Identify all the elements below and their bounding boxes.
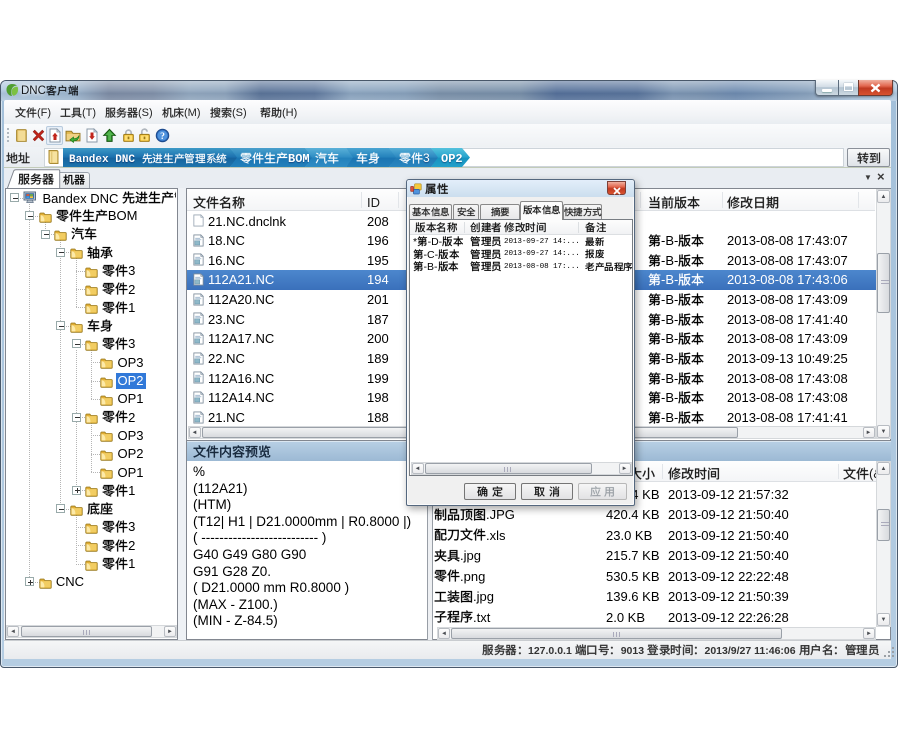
svg-text:?: ? [160, 131, 165, 142]
